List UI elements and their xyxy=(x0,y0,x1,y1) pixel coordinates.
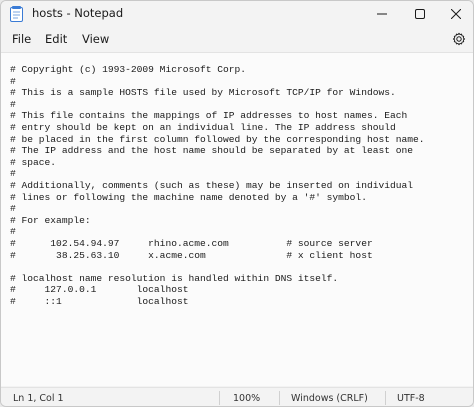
gear-icon[interactable] xyxy=(452,32,466,46)
encoding: UTF-8 xyxy=(397,393,425,404)
text-line: # xyxy=(10,168,16,180)
cursor-position: Ln 1, Col 1 xyxy=(13,393,64,404)
text-line: # 38.25.63.10 x.acme.com # x client host xyxy=(10,249,373,261)
status-divider xyxy=(279,391,280,405)
text-line: # xyxy=(10,203,16,215)
zoom-level: 100% xyxy=(233,393,261,404)
text-line: # localhost name resolution is handled w… xyxy=(10,272,339,284)
text-line: # space. xyxy=(10,156,57,168)
close-button[interactable] xyxy=(437,1,473,27)
close-icon xyxy=(451,9,461,19)
text-line: # xyxy=(10,75,16,87)
text-line: # xyxy=(10,226,16,238)
line-ending: Windows (CRLF) xyxy=(291,393,368,404)
text-line: # This is a sample HOSTS file used by Mi… xyxy=(10,87,396,99)
menu-view[interactable]: View xyxy=(80,31,111,47)
status-divider xyxy=(385,391,386,405)
menu-edit[interactable]: Edit xyxy=(43,31,69,47)
document-text[interactable]: # Copyright (c) 1993-2009 Microsoft Corp… xyxy=(10,64,465,382)
text-line: # 127.0.0.1 localhost xyxy=(10,284,189,296)
title-bar[interactable]: hosts - Notepad xyxy=(1,1,473,27)
minimize-icon xyxy=(377,13,387,15)
notepad-window: hosts - Notepad File Edit View # Copyrig… xyxy=(0,0,474,407)
text-line: # Copyright (c) 1993-2009 Microsoft Corp… xyxy=(10,64,247,75)
status-bar: Ln 1, Col 1 100% Windows (CRLF) UTF-8 xyxy=(1,387,473,406)
window-title: hosts - Notepad xyxy=(32,6,124,20)
text-line: # The IP address and the host name shoul… xyxy=(10,145,414,157)
minimize-button[interactable] xyxy=(363,1,401,27)
status-divider xyxy=(219,391,220,405)
text-line: # be placed in the first column followed… xyxy=(10,133,425,145)
menu-bar: File Edit View xyxy=(1,27,473,51)
menu-file[interactable]: File xyxy=(10,31,33,47)
text-line: # Additionally, comments (such as these)… xyxy=(10,179,414,191)
text-line: # lines or following the machine name de… xyxy=(10,191,367,203)
maximize-icon xyxy=(415,9,425,19)
text-line: # This file contains the mappings of IP … xyxy=(10,110,408,122)
text-line: # entry should be kept on an individual … xyxy=(10,121,396,133)
maximize-button[interactable] xyxy=(401,1,439,27)
text-editor[interactable]: # Copyright (c) 1993-2009 Microsoft Corp… xyxy=(1,52,473,386)
text-line xyxy=(10,261,465,273)
text-line: # ::1 localhost xyxy=(10,295,189,307)
notepad-icon xyxy=(10,6,23,22)
text-line: # 102.54.94.97 rhino.acme.com # source s… xyxy=(10,237,373,249)
text-line: # xyxy=(10,98,16,110)
text-line: # For example: xyxy=(10,214,91,226)
